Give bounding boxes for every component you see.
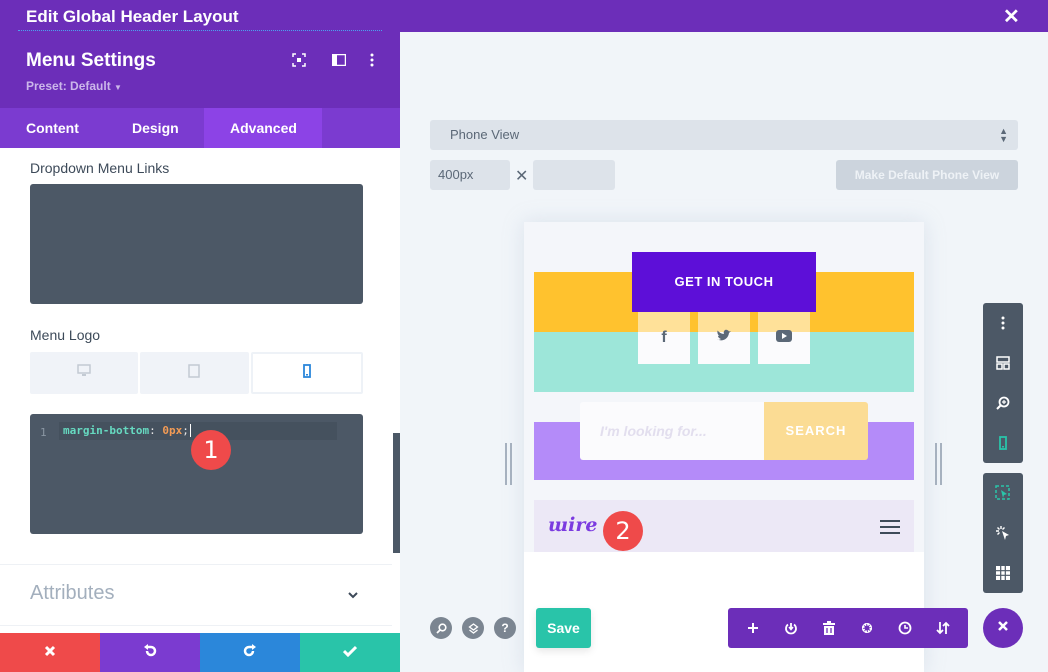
css-property: margin-bottom [63, 424, 150, 437]
device-phone-tab[interactable] [250, 352, 363, 394]
redo-icon [243, 643, 257, 662]
caret-down-icon: ▼ [114, 83, 122, 92]
search-form: I'm looking for... SEARCH [580, 402, 868, 460]
facebook-icon: f [661, 329, 667, 346]
gear-icon[interactable] [854, 615, 880, 641]
attributes-section-toggle[interactable]: Attributes [30, 582, 114, 605]
window-title-bar: Edit Global Header Layout ✕ [0, 0, 1048, 32]
menu-bar: ɯire [534, 500, 914, 552]
divider [0, 625, 392, 626]
more-vertical-icon[interactable] [364, 52, 380, 68]
divider [0, 564, 392, 565]
view-mode-value: Phone View [450, 127, 520, 142]
interaction-toolbar [983, 473, 1023, 593]
dropdown-links-css-editor[interactable] [30, 184, 363, 304]
confirm-button[interactable] [300, 633, 400, 672]
times-icon: ✕ [515, 168, 529, 185]
layers-icon[interactable] [462, 617, 484, 639]
device-tablet-tab[interactable] [140, 352, 249, 394]
get-in-touch-button[interactable]: GET IN TOUCH [632, 252, 816, 312]
more-vertical-icon[interactable] [983, 303, 1023, 343]
device-desktop-tab[interactable] [30, 352, 139, 394]
make-default-view-button[interactable]: Make Default Phone View [836, 160, 1018, 190]
builder-toolbar [728, 608, 968, 648]
tab-content[interactable]: Content [0, 108, 106, 148]
resize-handle-left[interactable] [505, 443, 513, 485]
undo-button[interactable] [100, 633, 200, 672]
undo-icon [143, 643, 157, 662]
title-underline [18, 30, 382, 31]
panel-header: Menu Settings Preset: Default ▼ [0, 32, 400, 108]
preset-dropdown[interactable]: Preset: Default ▼ [26, 79, 122, 93]
chevron-down-icon[interactable] [346, 588, 360, 602]
twitter-link[interactable] [698, 312, 750, 364]
css-value: 0px [162, 424, 183, 437]
facebook-link[interactable]: f [638, 312, 690, 364]
desktop-icon [77, 364, 91, 382]
hamburger-menu-icon[interactable] [880, 520, 900, 534]
help-icon[interactable]: ? [494, 617, 516, 639]
search-icon[interactable] [430, 617, 452, 639]
twitter-icon [716, 329, 732, 347]
menu-logo-css-editor[interactable]: 1 margin-bottom: 0px;​ [30, 414, 363, 534]
view-toolbar [983, 303, 1023, 463]
fullscreen-icon[interactable] [291, 52, 307, 68]
redo-button[interactable] [200, 633, 300, 672]
preset-label: Preset: Default [26, 79, 111, 93]
click-mode-icon[interactable] [983, 513, 1023, 553]
phone-icon[interactable] [983, 423, 1023, 463]
youtube-icon [776, 329, 792, 347]
preview-width-input[interactable]: 400px [430, 160, 510, 190]
panel-tabs: Content Design Advanced [0, 108, 400, 148]
close-icon [44, 644, 56, 662]
window-title: Edit Global Header Layout [26, 7, 239, 26]
close-builder-button[interactable] [983, 608, 1023, 648]
youtube-link[interactable] [758, 312, 810, 364]
annotation-badge-2: 2 [603, 511, 643, 551]
sort-icon[interactable] [930, 615, 956, 641]
text-cursor: ​ [189, 424, 191, 437]
history-icon[interactable] [892, 615, 918, 641]
site-logo[interactable]: ɯire [548, 514, 597, 536]
close-icon [997, 619, 1009, 637]
phone-preview: GET IN TOUCH f I'm looking for... SEARCH… [524, 222, 924, 672]
close-icon[interactable]: ✕ [1003, 4, 1020, 29]
device-switcher [30, 352, 363, 394]
add-icon[interactable] [740, 615, 766, 641]
split-view-icon[interactable] [331, 52, 347, 68]
zoom-icon[interactable] [983, 383, 1023, 423]
dropdown-links-label: Dropdown Menu Links [30, 160, 170, 176]
tablet-icon [188, 363, 201, 383]
cancel-button[interactable] [0, 633, 100, 672]
settings-panel: Menu Settings Preset: Default ▼ Content … [0, 32, 400, 672]
tab-advanced[interactable]: Advanced [204, 108, 322, 148]
grid-icon[interactable] [983, 553, 1023, 593]
css-colon: : [149, 424, 156, 437]
trash-icon[interactable] [816, 615, 842, 641]
select-arrows-icon: ▲ ▼ [999, 126, 1008, 144]
annotation-badge-1: 1 [191, 430, 231, 470]
line-number: 1 [40, 426, 47, 439]
layout-icon[interactable] [983, 343, 1023, 383]
search-input[interactable]: I'm looking for... [580, 402, 764, 460]
preview-height-input[interactable] [533, 160, 615, 190]
menu-logo-label: Menu Logo [30, 327, 101, 343]
check-icon [342, 644, 358, 662]
view-mode-select[interactable]: Phone View ▲ ▼ [430, 120, 1018, 150]
save-button[interactable]: Save [536, 608, 591, 648]
panel-actions [0, 633, 400, 672]
resize-handle-right[interactable] [935, 443, 943, 485]
search-button[interactable]: SEARCH [764, 402, 868, 460]
phone-icon [302, 363, 311, 383]
panel-scrollbar[interactable] [393, 433, 400, 553]
select-icon[interactable] [983, 473, 1023, 513]
power-icon[interactable] [778, 615, 804, 641]
tab-design[interactable]: Design [106, 108, 204, 148]
css-terminator: ; [182, 424, 189, 437]
panel-title: Menu Settings [26, 50, 156, 71]
